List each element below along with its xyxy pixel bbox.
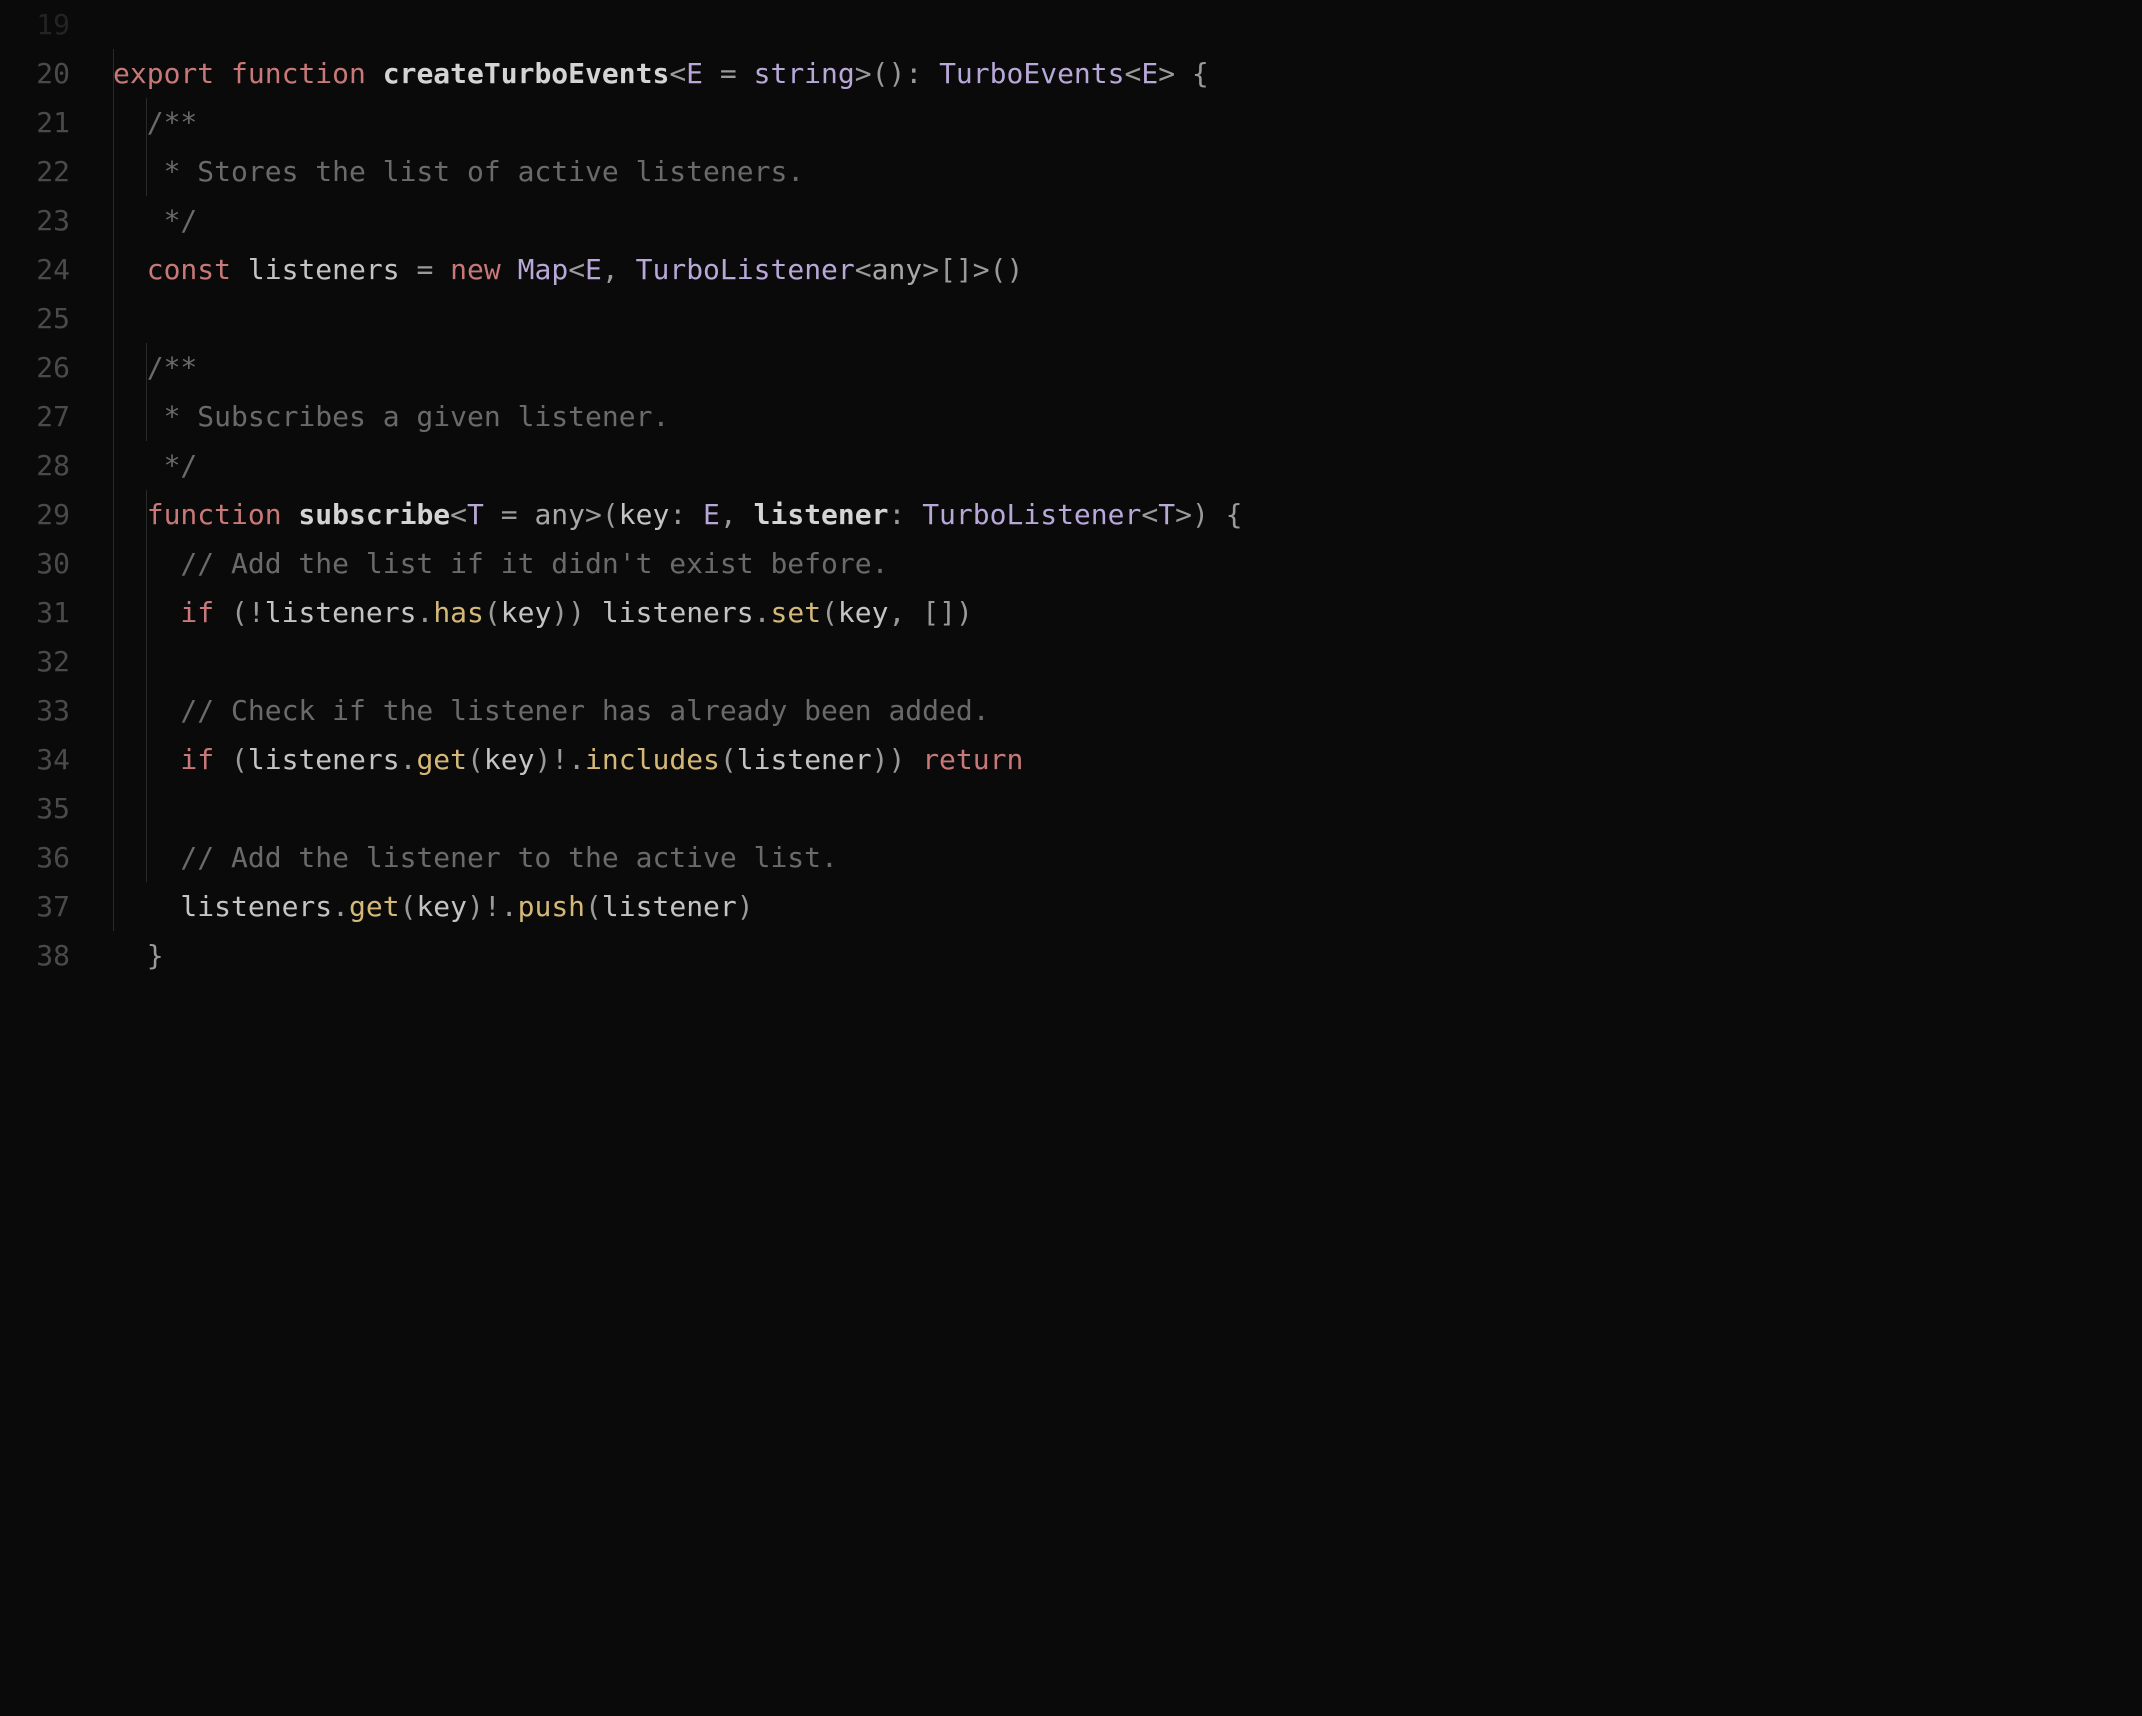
line-number: 30 (0, 539, 70, 588)
code-line[interactable] (113, 294, 2142, 343)
line-number: 32 (0, 637, 70, 686)
line-number: 29 (0, 490, 70, 539)
line-number: 24 (0, 245, 70, 294)
line-number: 37 (0, 882, 70, 931)
line-number-gutter: 19 20 21 22 23 24 25 26 27 28 29 30 31 3… (0, 0, 95, 1716)
line-number: 36 (0, 833, 70, 882)
code-line[interactable]: * Subscribes a given listener. (113, 392, 2142, 441)
line-number: 26 (0, 343, 70, 392)
line-number: 20 (0, 49, 70, 98)
code-line[interactable] (113, 784, 2142, 833)
line-number: 34 (0, 735, 70, 784)
code-line[interactable]: */ (113, 196, 2142, 245)
line-number: 33 (0, 686, 70, 735)
line-number: 19 (0, 0, 70, 49)
code-line[interactable]: // Add the listener to the active list. (113, 833, 2142, 882)
code-line[interactable]: } (113, 931, 2142, 980)
line-number: 35 (0, 784, 70, 833)
code-line[interactable]: function subscribe<T = any>(key: E, list… (113, 490, 2142, 539)
line-number: 38 (0, 931, 70, 980)
line-number: 21 (0, 98, 70, 147)
code-line[interactable]: * Stores the list of active listeners. (113, 147, 2142, 196)
code-line[interactable]: listeners.get(key)!.push(listener) (113, 882, 2142, 931)
code-line[interactable]: const listeners = new Map<E, TurboListen… (113, 245, 2142, 294)
code-line[interactable]: /** (113, 343, 2142, 392)
line-number: 28 (0, 441, 70, 490)
line-number: 27 (0, 392, 70, 441)
code-line[interactable]: export function createTurboEvents<E = st… (113, 49, 2142, 98)
code-line[interactable]: /** (113, 98, 2142, 147)
code-line[interactable]: // Add the list if it didn't exist befor… (113, 539, 2142, 588)
line-number: 25 (0, 294, 70, 343)
code-line[interactable] (113, 0, 2142, 49)
code-line[interactable]: if (listeners.get(key)!.includes(listene… (113, 735, 2142, 784)
code-line[interactable]: if (!listeners.has(key)) listeners.set(k… (113, 588, 2142, 637)
code-editor[interactable]: 19 20 21 22 23 24 25 26 27 28 29 30 31 3… (0, 0, 2142, 1716)
line-number: 31 (0, 588, 70, 637)
line-number: 23 (0, 196, 70, 245)
code-line[interactable] (113, 637, 2142, 686)
code-line[interactable]: */ (113, 441, 2142, 490)
line-number: 22 (0, 147, 70, 196)
code-content[interactable]: export function createTurboEvents<E = st… (95, 0, 2142, 1716)
code-line[interactable]: // Check if the listener has already bee… (113, 686, 2142, 735)
